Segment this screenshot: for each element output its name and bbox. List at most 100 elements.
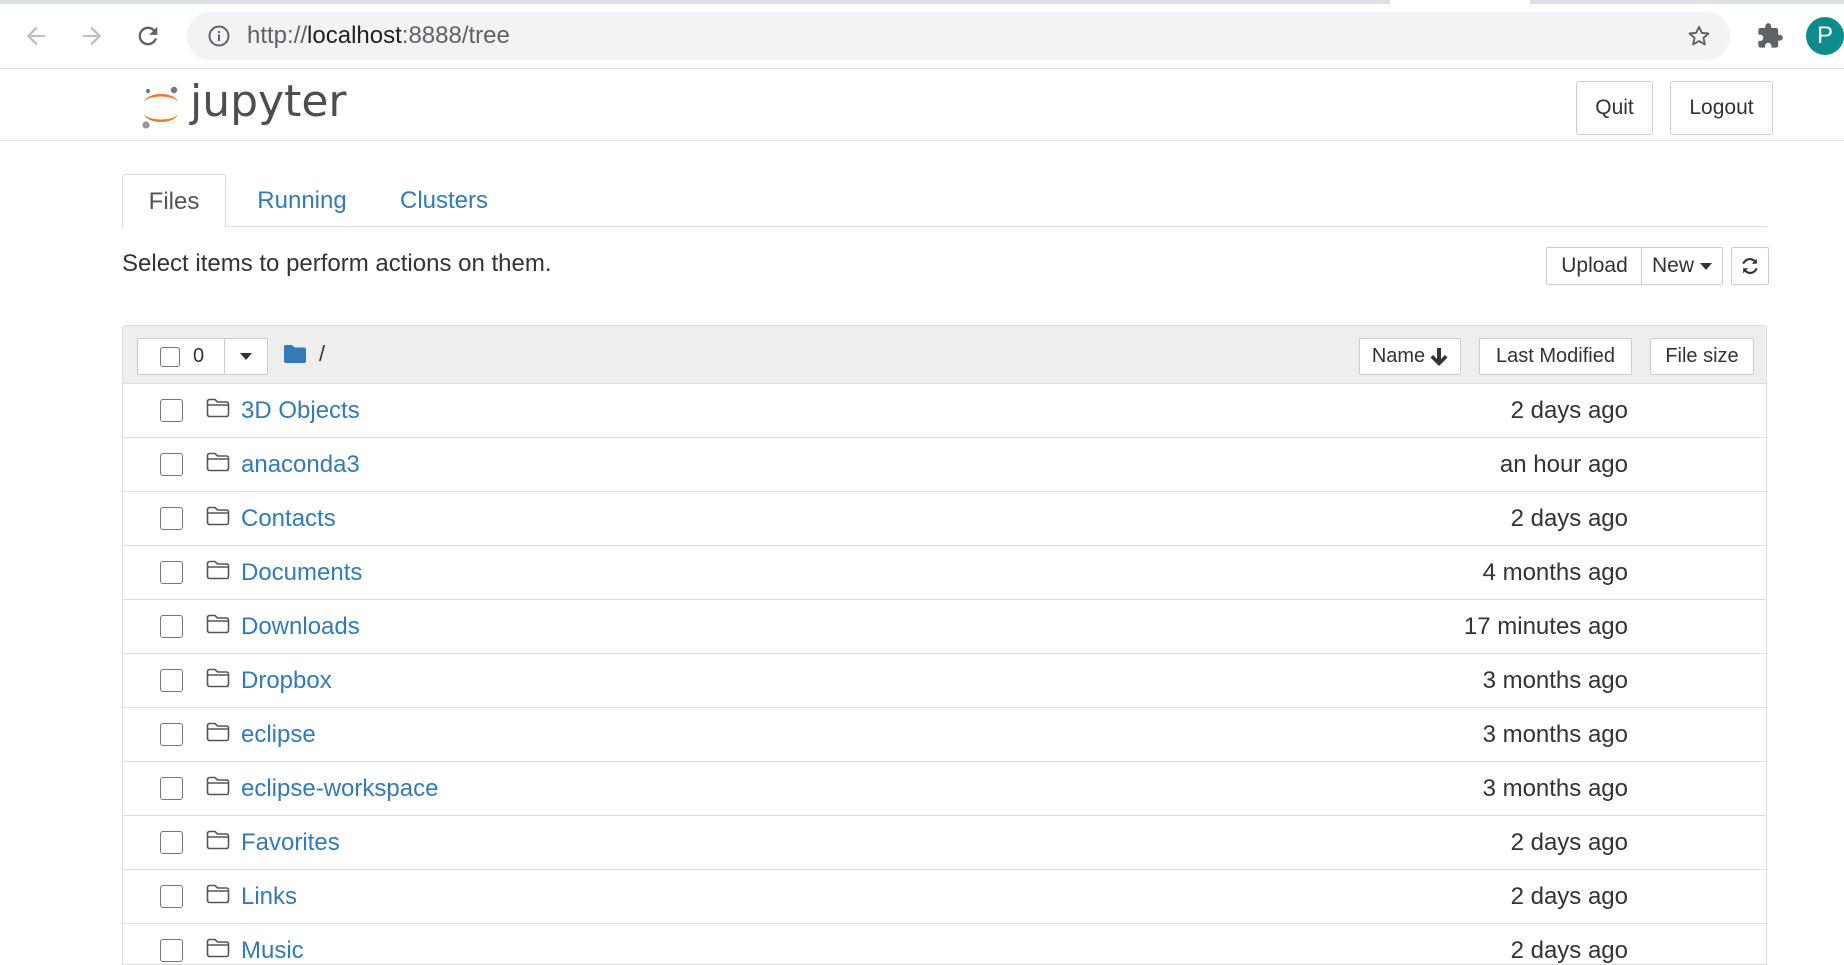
info-icon[interactable] (207, 24, 231, 53)
breadcrumb: / (283, 341, 325, 367)
folder-icon (206, 452, 230, 477)
selected-count: 0 (193, 345, 205, 367)
item-checkbox[interactable] (160, 777, 183, 800)
item-last-modified: 3 months ago (1482, 775, 1628, 802)
item-checkbox[interactable] (160, 723, 183, 746)
sort-modified-button[interactable]: Last Modified (1479, 338, 1632, 375)
file-list-item[interactable]: Downloads 17 minutes ago (123, 600, 1766, 654)
item-name-link[interactable]: 3D Objects (241, 384, 360, 437)
browser-toolbar: http://localhost:8888/tree P (0, 0, 1844, 69)
item-last-modified: 2 days ago (1510, 937, 1628, 964)
item-last-modified: 4 months ago (1482, 559, 1628, 586)
item-last-modified: 3 months ago (1482, 721, 1628, 748)
folder-icon (206, 884, 230, 909)
sort-size-button[interactable]: File size (1650, 338, 1754, 375)
quit-button[interactable]: Quit (1576, 81, 1653, 135)
refresh-icon (1742, 258, 1758, 274)
item-checkbox[interactable] (160, 399, 183, 422)
new-label: New (1651, 254, 1694, 277)
back-button[interactable] (14, 14, 58, 58)
item-checkbox[interactable] (160, 507, 183, 530)
folder-icon (206, 668, 230, 693)
item-checkbox[interactable] (160, 831, 183, 854)
tab-strip (1530, 0, 1844, 4)
folder-solid-icon[interactable] (283, 344, 307, 364)
tab-running[interactable]: Running (240, 174, 364, 228)
item-checkbox[interactable] (160, 561, 183, 584)
item-last-modified: 2 days ago (1510, 883, 1628, 910)
item-checkbox[interactable] (160, 453, 183, 476)
item-name-link[interactable]: Favorites (241, 816, 340, 869)
tab-bar: Files Running Clusters (122, 174, 1767, 228)
profile-avatar[interactable]: P (1806, 17, 1844, 55)
item-name-link[interactable]: Links (241, 870, 297, 923)
file-list: 0 / Name Last Modified File size 3D Obje… (122, 325, 1767, 965)
item-last-modified: 17 minutes ago (1463, 613, 1628, 640)
logout-button[interactable]: Logout (1670, 81, 1773, 135)
caret-down-icon (240, 353, 252, 360)
upload-button[interactable]: Upload (1546, 247, 1643, 285)
jupyter-logo-icon (142, 86, 178, 129)
refresh-button[interactable] (1731, 247, 1769, 285)
item-name-link[interactable]: Downloads (241, 600, 360, 653)
item-name-link[interactable]: anaconda3 (241, 438, 360, 491)
reload-icon (138, 26, 158, 46)
file-list-item[interactable]: Music 2 days ago (123, 924, 1766, 964)
sort-name-label: Name (1371, 345, 1426, 367)
reload-button[interactable] (126, 14, 170, 58)
extensions-button[interactable] (1748, 14, 1792, 58)
item-checkbox[interactable] (160, 669, 183, 692)
tab-clusters[interactable]: Clusters (380, 174, 508, 228)
file-list-item[interactable]: Favorites 2 days ago (123, 816, 1766, 870)
select-all-checkbox[interactable] (160, 347, 180, 367)
selection-hint: Select items to perform actions on them. (122, 250, 552, 277)
new-dropdown-button[interactable]: New (1641, 247, 1723, 285)
breadcrumb-root[interactable]: / (319, 341, 325, 367)
url-host: localhost (307, 22, 402, 49)
jupyter-logo-text: jupyter (190, 76, 347, 127)
item-name-link[interactable]: Dropbox (241, 654, 332, 707)
item-last-modified: 2 days ago (1510, 397, 1628, 424)
item-name-link[interactable]: eclipse-workspace (241, 762, 438, 815)
puzzle-icon (1758, 23, 1783, 48)
bookmark-star-icon[interactable] (1686, 23, 1712, 54)
folder-icon (206, 506, 230, 531)
address-bar[interactable]: http://localhost:8888/tree (187, 12, 1730, 60)
item-checkbox[interactable] (160, 615, 183, 638)
file-list-item[interactable]: Links 2 days ago (123, 870, 1766, 924)
item-name-link[interactable]: Music (241, 924, 304, 964)
folder-icon (206, 776, 230, 801)
select-all-group: 0 (137, 338, 268, 375)
folder-icon (206, 560, 230, 585)
arrow-left-icon (26, 26, 46, 46)
arrow-down-icon (1430, 347, 1448, 366)
item-name-link[interactable]: Documents (241, 546, 362, 599)
file-list-item[interactable]: anaconda3 an hour ago (123, 438, 1766, 492)
folder-icon (206, 830, 230, 855)
item-checkbox[interactable] (160, 885, 183, 908)
file-list-item[interactable]: eclipse 3 months ago (123, 708, 1766, 762)
file-list-item[interactable]: Documents 4 months ago (123, 546, 1766, 600)
url-text[interactable]: http://localhost:8888/tree (247, 12, 510, 60)
item-name-link[interactable]: Contacts (241, 492, 336, 545)
file-list-header: 0 / Name Last Modified File size (123, 326, 1766, 384)
sort-name-button[interactable]: Name (1359, 338, 1461, 375)
file-list-item[interactable]: eclipse-workspace 3 months ago (123, 762, 1766, 816)
item-name-link[interactable]: eclipse (241, 708, 316, 761)
url-path: :8888/tree (401, 22, 510, 49)
item-last-modified: 2 days ago (1510, 505, 1628, 532)
jupyter-logo[interactable]: jupyter (140, 79, 347, 133)
file-list-item[interactable]: Dropbox 3 months ago (123, 654, 1766, 708)
file-list-item[interactable]: 3D Objects 2 days ago (123, 384, 1766, 438)
folder-icon (206, 938, 230, 963)
forward-button[interactable] (70, 14, 114, 58)
select-menu-button[interactable] (224, 339, 268, 374)
file-list-item[interactable]: Contacts 2 days ago (123, 492, 1766, 546)
url-prefix: http:// (247, 22, 308, 49)
item-last-modified: 2 days ago (1510, 829, 1628, 856)
arrow-right-icon (82, 26, 102, 46)
item-checkbox[interactable] (160, 939, 183, 962)
tab-files[interactable]: Files (122, 174, 226, 228)
caret-down-icon (1700, 262, 1712, 270)
item-last-modified: 3 months ago (1482, 667, 1628, 694)
